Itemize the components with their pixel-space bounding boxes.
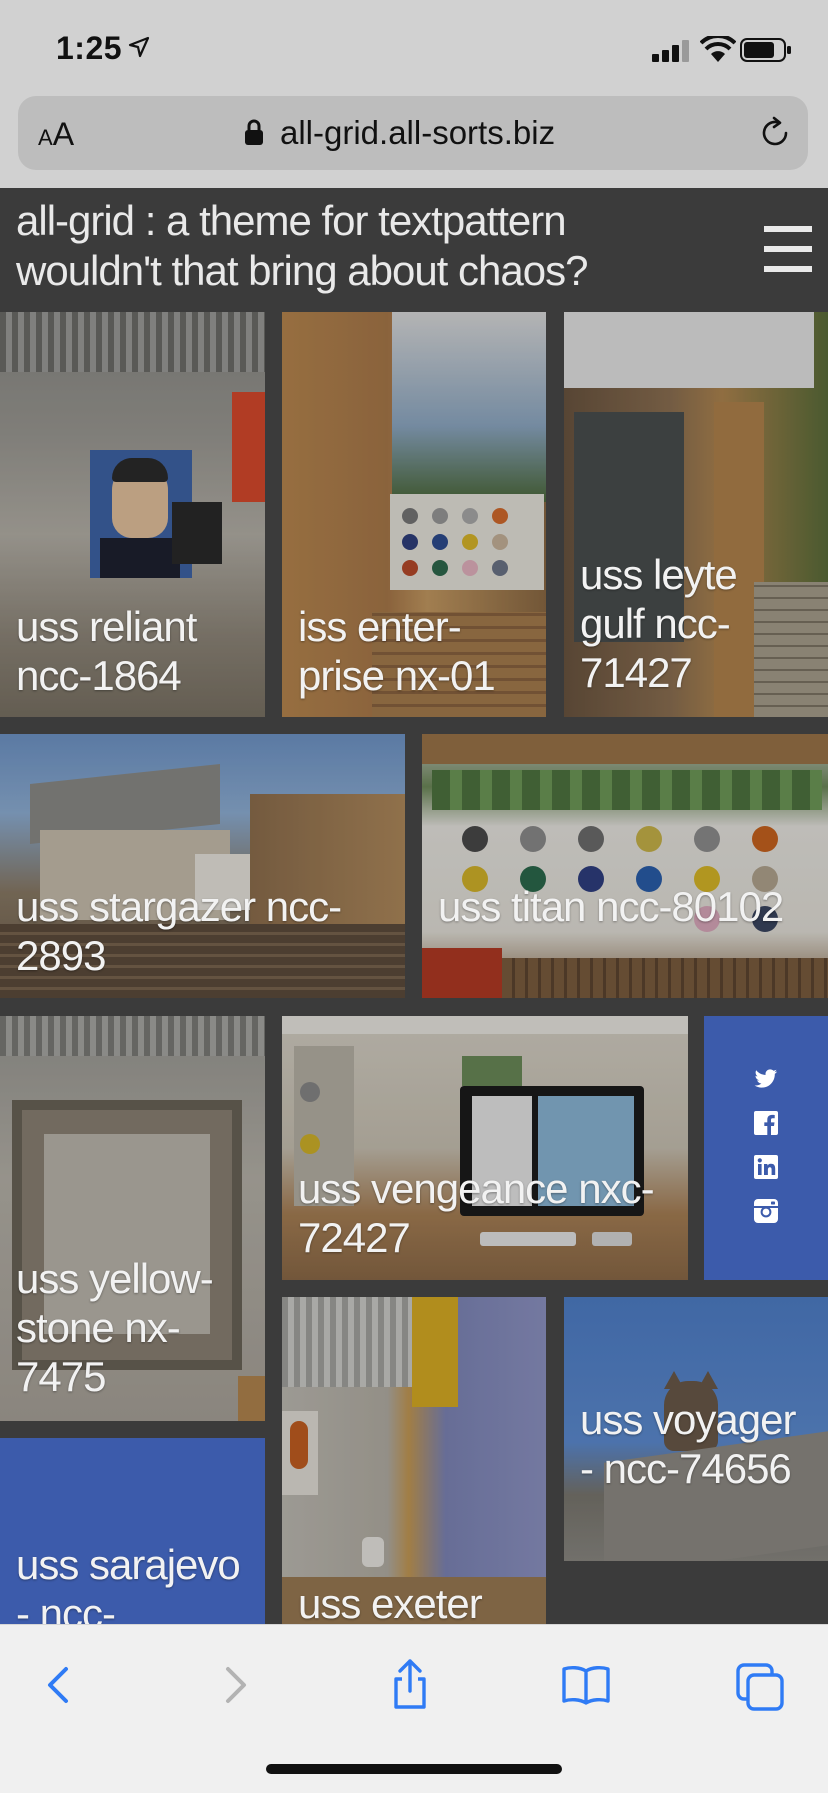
social-links-panel [704, 1016, 828, 1280]
browser-address-area: AA all-grid.all-sorts.biz [0, 92, 828, 188]
grid-tile[interactable]: uss voyager - ncc-74656 [564, 1297, 828, 1561]
status-bar: 1:25 [0, 0, 828, 92]
tile-caption: uss yellow-stone nx-7475 [16, 1255, 214, 1400]
grid-tile[interactable]: uss titan ncc-80102 [422, 734, 828, 998]
site-title[interactable]: all-grid : a theme for textpattern would… [16, 196, 656, 296]
back-icon[interactable] [32, 1657, 88, 1713]
grid-tile[interactable]: iss enter-prise nx-01 [282, 312, 546, 717]
grid-tile[interactable]: uss yellow-stone nx-7475 [0, 1016, 265, 1421]
hamburger-menu-icon[interactable] [764, 226, 812, 274]
grid-tile[interactable]: uss leyte gulf ncc-71427 [564, 312, 828, 717]
bookmarks-icon[interactable] [558, 1657, 614, 1713]
grid-tile[interactable]: uss exeter [282, 1297, 546, 1624]
grid-tile[interactable]: uss sarajevo - ncc- [0, 1438, 265, 1624]
instagram-icon[interactable] [753, 1198, 779, 1224]
tile-caption: uss exeter [298, 1580, 483, 1624]
linkedin-icon[interactable] [753, 1154, 779, 1180]
tile-caption: uss titan ncc-80102 [438, 883, 784, 930]
tile-caption: uss sarajevo - ncc- [16, 1541, 241, 1624]
lock-icon [245, 119, 263, 145]
tile-caption: uss leyte gulf ncc-71427 [580, 551, 738, 696]
facebook-icon[interactable] [753, 1110, 779, 1136]
grid-tile[interactable]: uss vengeance nxc-72427 [282, 1016, 688, 1280]
grid-tile[interactable]: uss stargazer ncc-2893 [0, 734, 405, 998]
cellular-signal-icon [652, 40, 692, 62]
battery-icon [740, 38, 791, 62]
tile-caption: iss enter-prise nx-01 [298, 603, 496, 699]
share-icon[interactable] [382, 1657, 438, 1713]
tile-caption: uss vengeance nxc-72427 [298, 1165, 655, 1261]
text-size-button[interactable]: AA [38, 116, 74, 153]
home-indicator[interactable] [266, 1764, 562, 1774]
forward-icon[interactable] [206, 1657, 262, 1713]
site-header: all-grid : a theme for textpattern would… [0, 188, 828, 312]
tile-caption: uss reliant ncc-1864 [16, 603, 197, 699]
reload-icon[interactable] [758, 116, 792, 150]
twitter-icon[interactable] [753, 1066, 779, 1092]
text-size-small-label: A [38, 125, 53, 150]
location-arrow-icon [128, 36, 150, 58]
text-size-large-label: A [52, 116, 75, 152]
status-time: 1:25 [56, 30, 123, 66]
wifi-icon [700, 36, 736, 62]
grid-tile[interactable]: uss reliant ncc-1864 [0, 312, 265, 717]
tile-caption: uss voyager - ncc-74656 [580, 1396, 796, 1492]
tabs-icon[interactable] [732, 1657, 788, 1713]
address-bar[interactable]: AA all-grid.all-sorts.biz [18, 96, 808, 170]
tile-caption: uss stargazer ncc-2893 [16, 883, 342, 979]
url-text[interactable]: all-grid.all-sorts.biz [280, 114, 555, 152]
